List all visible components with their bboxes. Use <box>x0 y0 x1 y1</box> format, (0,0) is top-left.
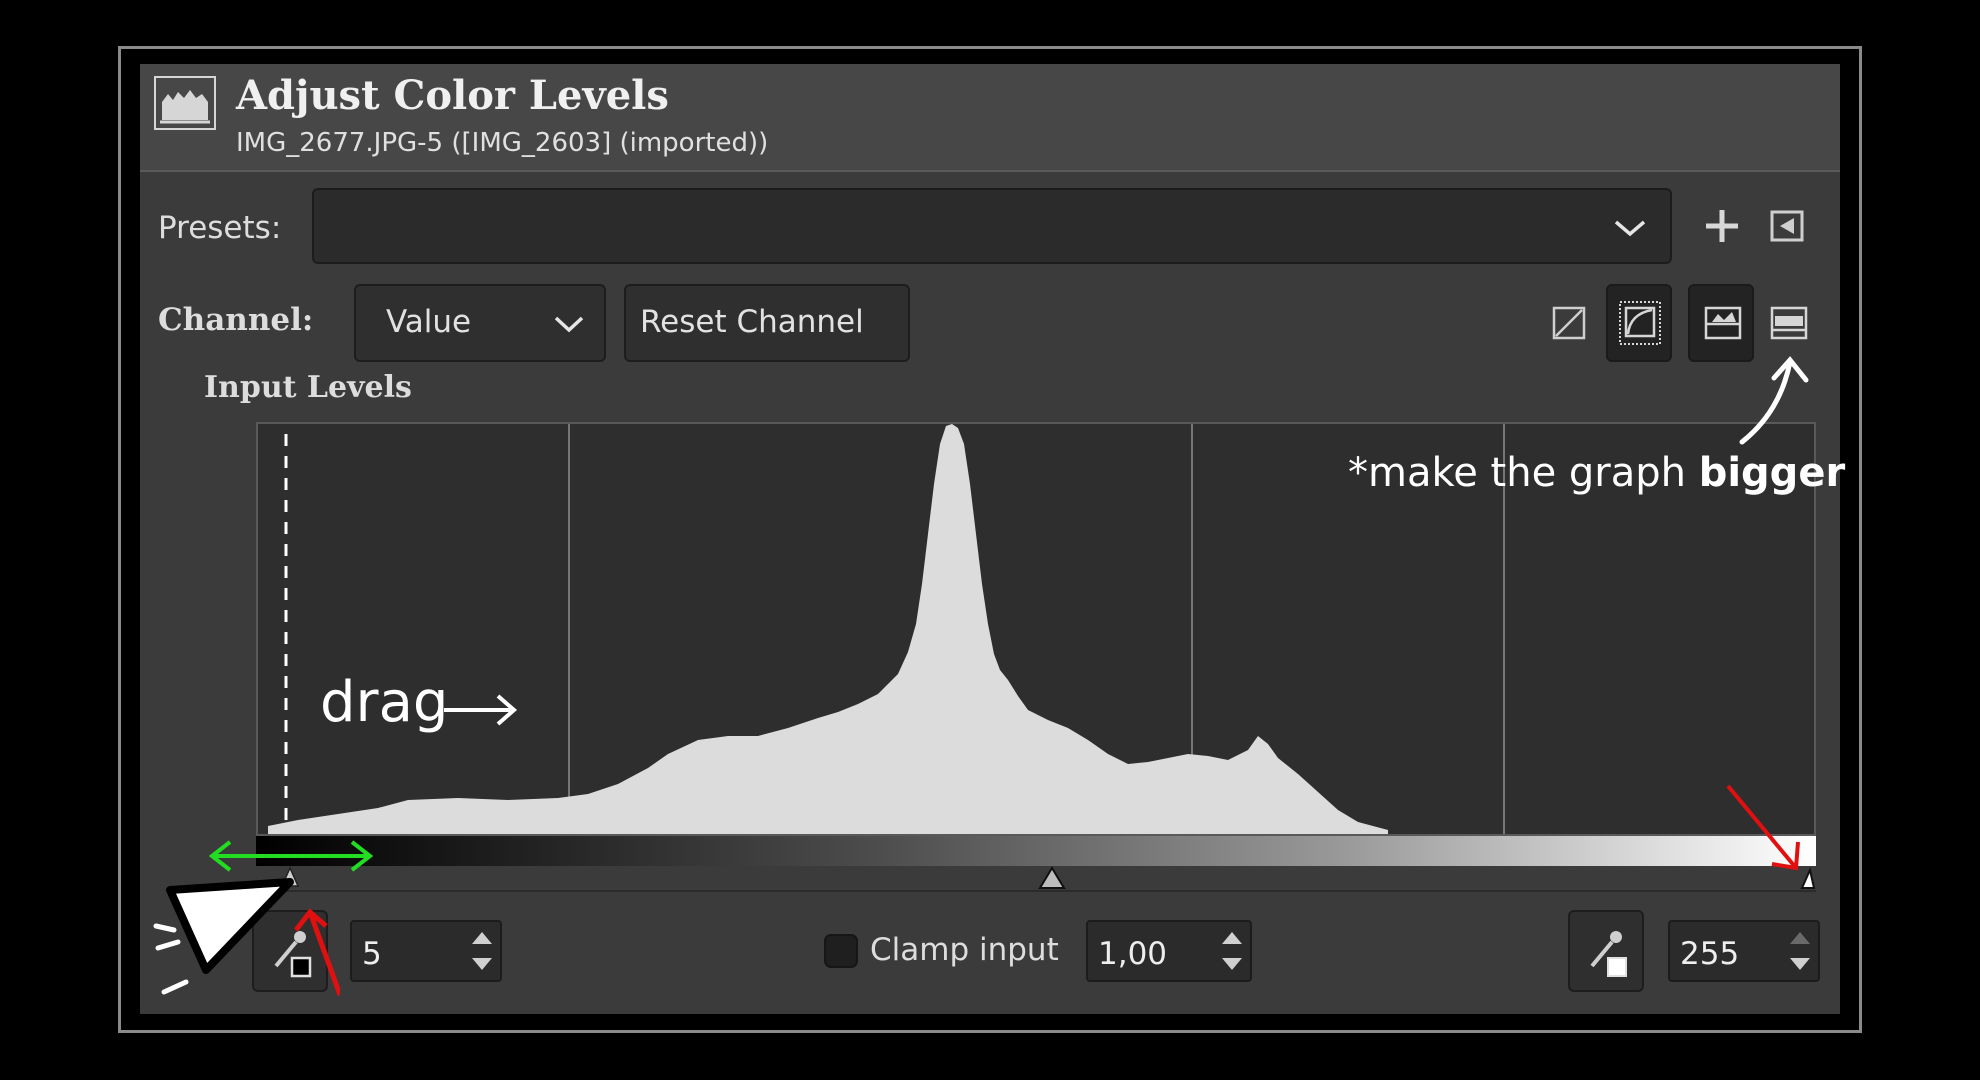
channel-value: Value <box>386 304 472 340</box>
eyedropper-icon <box>1590 931 1627 977</box>
low-input-value: 5 <box>362 936 382 972</box>
red-arrow-icon <box>1726 784 1800 871</box>
plus-icon[interactable] <box>1700 204 1744 248</box>
channel-dropdown[interactable]: Value <box>354 284 606 362</box>
chevron-down-icon <box>1614 220 1646 237</box>
gamma-spinner[interactable]: 1,00 <box>1086 920 1252 982</box>
reset-channel-button[interactable]: Reset Channel <box>624 284 910 362</box>
high-input-value: 255 <box>1680 936 1740 972</box>
chevron-down-icon <box>554 316 584 333</box>
dialog-header: Adjust Color Levels IMG_2677.JPG-5 ([IMG… <box>140 64 1840 172</box>
reset-channel-label: Reset Channel <box>640 304 864 340</box>
linear-histogram-icon[interactable] <box>1552 306 1586 340</box>
log-histogram-icon <box>1619 301 1661 345</box>
bigger-annotation-bold: bigger <box>1698 450 1846 496</box>
triangle-left-icon[interactable] <box>1770 210 1804 242</box>
drag-annotation: drag <box>320 670 449 735</box>
histogram-icon <box>154 76 216 130</box>
spinner-arrows-icon[interactable] <box>1214 922 1250 980</box>
low-input-spinner[interactable]: 5 <box>350 920 502 982</box>
gamma-input-handle <box>1038 866 1066 889</box>
clamp-input-label: Clamp input <box>870 932 1059 968</box>
channel-label: Channel: <box>158 302 314 338</box>
presets-label: Presets: <box>158 210 282 246</box>
spinner-arrows-icon[interactable] <box>1782 922 1818 980</box>
clamp-input-checkbox[interactable] <box>824 934 858 968</box>
spinner-arrows-icon[interactable] <box>464 922 500 980</box>
curved-arrow-icon <box>1739 356 1809 445</box>
bigger-annotation-prefix: *make the graph <box>1348 450 1699 496</box>
arrow-right-icon <box>444 694 518 726</box>
cursor-pointer-icon <box>153 878 340 996</box>
bigger-annotation: *make the graph bigger <box>1348 450 1845 496</box>
log-histogram-button[interactable] <box>1606 284 1672 362</box>
presets-dropdown[interactable] <box>312 188 1672 264</box>
graph-layout-icon <box>1704 306 1742 340</box>
input-levels-heading: Input Levels <box>204 370 412 405</box>
dialog-subtitle: IMG_2677.JPG-5 ([IMG_2603] (imported)) <box>236 128 769 158</box>
dialog-title: Adjust Color Levels <box>236 72 669 119</box>
input-levels-slider[interactable] <box>256 866 1816 892</box>
graph-layout-button[interactable] <box>1688 284 1754 362</box>
gamma-value: 1,00 <box>1098 936 1168 972</box>
high-input-spinner[interactable]: 255 <box>1668 920 1820 982</box>
levels-dialog: Adjust Color Levels IMG_2677.JPG-5 ([IMG… <box>140 64 1840 1014</box>
white-point-picker[interactable] <box>1568 910 1644 992</box>
histogram-area <box>268 424 1388 834</box>
graph-expand-icon[interactable] <box>1770 306 1808 340</box>
input-gradient-bar <box>256 836 1816 866</box>
